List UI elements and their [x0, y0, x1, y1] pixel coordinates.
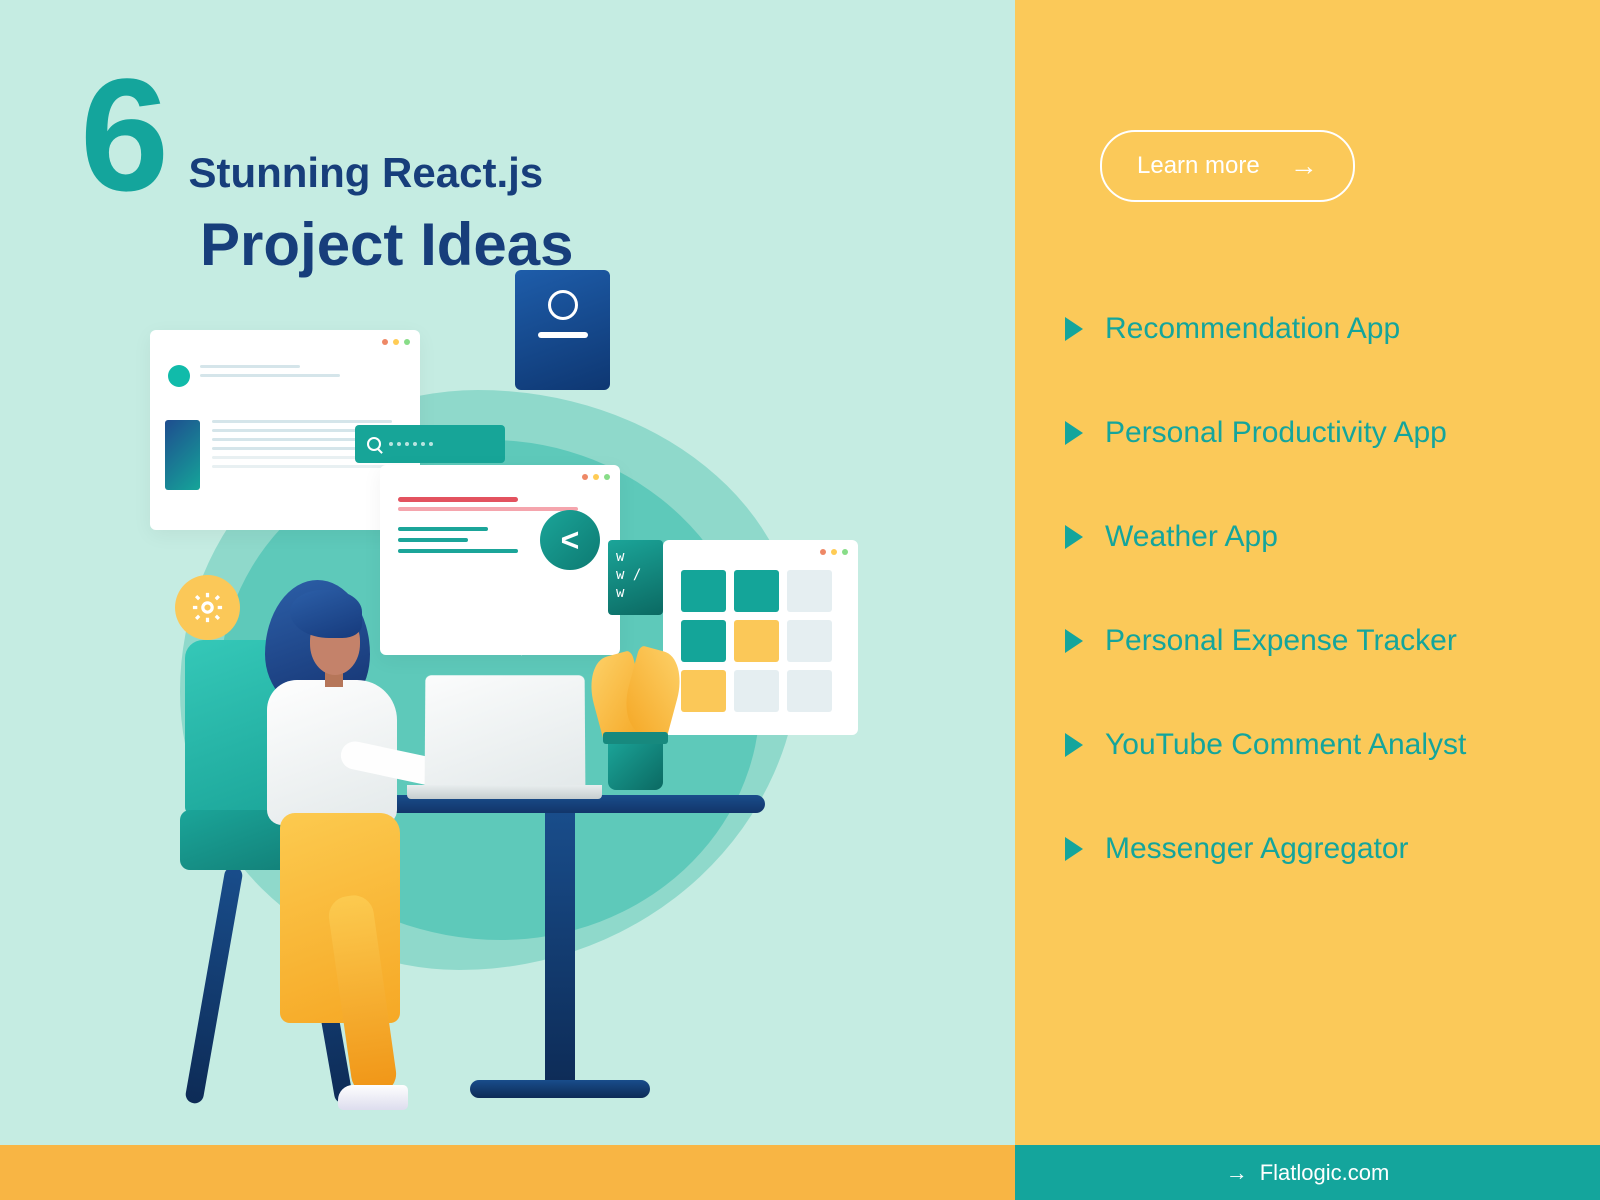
- gear-badge: [175, 575, 240, 640]
- play-icon: [1065, 837, 1083, 861]
- play-icon: [1065, 629, 1083, 653]
- idea-item[interactable]: Personal Expense Tracker: [1065, 624, 1550, 658]
- arrow-right-icon: →: [1290, 150, 1318, 182]
- idea-item[interactable]: YouTube Comment Analyst: [1065, 728, 1550, 762]
- play-icon: [1065, 733, 1083, 757]
- heading-line1: Stunning React.js: [188, 149, 543, 197]
- angle-marks: / >: [520, 590, 535, 668]
- desk-leg: [545, 810, 575, 1090]
- learn-more-label: Learn more: [1137, 152, 1260, 180]
- page-container: 6 Stunning React.js Project Ideas: [0, 0, 1600, 1200]
- chair-leg: [184, 865, 243, 1104]
- idea-text: Personal Expense Tracker: [1105, 624, 1457, 658]
- heading-line2: Project Ideas: [200, 210, 574, 279]
- laptop: [425, 675, 602, 799]
- idea-item[interactable]: Weather App: [1065, 520, 1550, 554]
- idea-text: Recommendation App: [1105, 312, 1400, 346]
- footer-brand: Flatlogic.com: [1260, 1160, 1390, 1186]
- search-icon: [367, 437, 381, 451]
- heading-block: 6 Stunning React.js Project Ideas: [80, 55, 574, 279]
- gear-icon: [190, 590, 225, 625]
- idea-item[interactable]: Recommendation App: [1065, 312, 1550, 346]
- footer-right-bar[interactable]: → Flatlogic.com: [1015, 1145, 1600, 1200]
- code-badge: <: [540, 510, 600, 570]
- heading-number: 6: [80, 55, 169, 215]
- left-panel: 6 Stunning React.js Project Ideas: [0, 0, 1015, 1145]
- idea-text: Personal Productivity App: [1105, 416, 1447, 450]
- right-panel: Learn more → Recommendation App Personal…: [1015, 0, 1600, 1145]
- grid-window: [663, 540, 858, 735]
- footer-left-bar: [0, 1145, 1015, 1200]
- play-icon: [1065, 317, 1083, 341]
- www-badge: w w / w: [608, 540, 663, 615]
- id-card-widget: [515, 270, 610, 390]
- play-icon: [1065, 421, 1083, 445]
- idea-list: Recommendation App Personal Productivity…: [1065, 312, 1550, 866]
- idea-item[interactable]: Messenger Aggregator: [1065, 832, 1550, 866]
- learn-more-button[interactable]: Learn more →: [1100, 130, 1355, 202]
- idea-text: YouTube Comment Analyst: [1105, 728, 1466, 762]
- idea-text: Messenger Aggregator: [1105, 832, 1409, 866]
- play-icon: [1065, 525, 1083, 549]
- idea-text: Weather App: [1105, 520, 1278, 554]
- desk-base: [470, 1080, 650, 1098]
- illustration: < / > w w / w: [120, 270, 920, 1140]
- idea-item[interactable]: Personal Productivity App: [1065, 416, 1550, 450]
- search-widget: [355, 425, 505, 463]
- arrow-right-icon: →: [1226, 1160, 1248, 1186]
